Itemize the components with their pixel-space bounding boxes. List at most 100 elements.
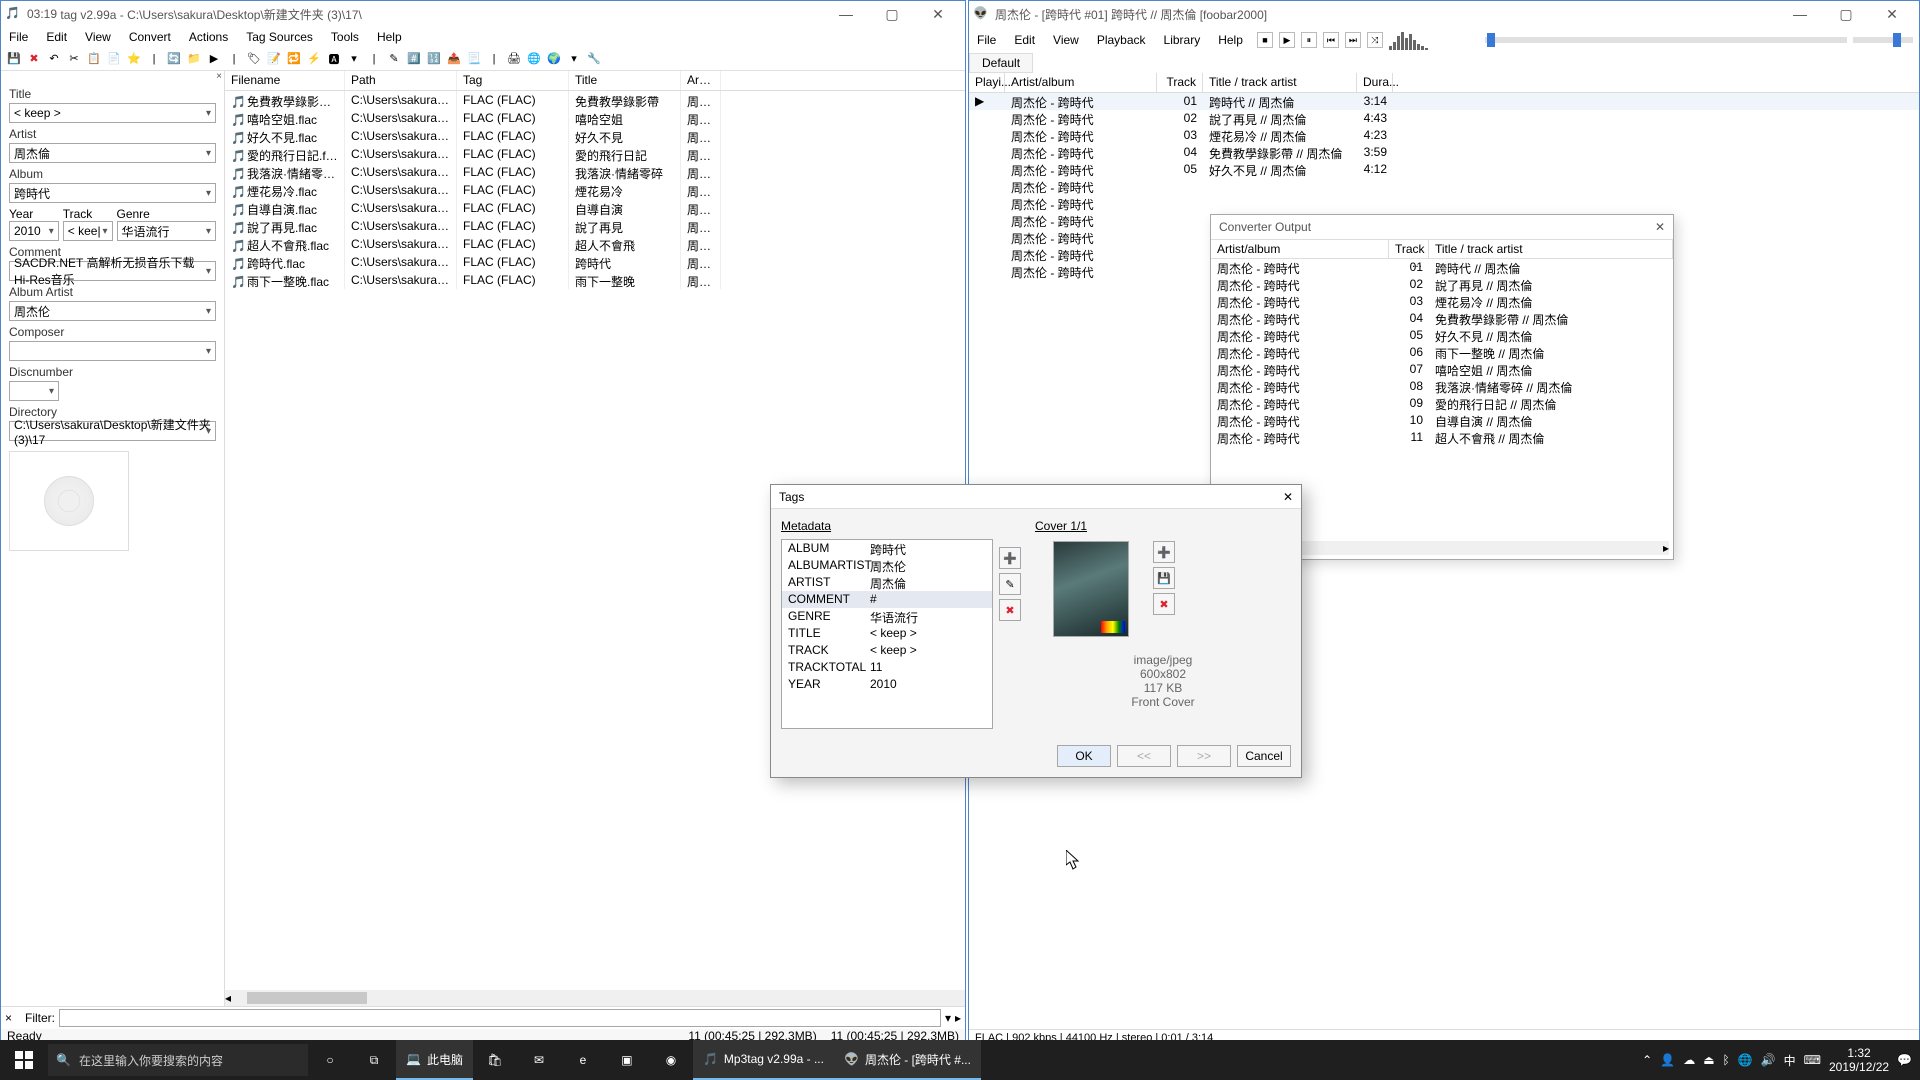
edit-icon[interactable]: ✎ (385, 50, 403, 68)
export-icon[interactable]: 📤 (445, 50, 463, 68)
menu-library[interactable]: Library (1160, 31, 1205, 49)
close-button[interactable]: ✕ (915, 1, 961, 27)
foobar-titlebar[interactable]: 👽 周杰伦 - [跨時代 #01] 跨時代 // 周杰倫 [foobar2000… (969, 1, 1919, 27)
metadata-row[interactable]: TRACK< keep > (782, 642, 992, 659)
folder-icon[interactable]: 📁 (185, 50, 203, 68)
menu-tools[interactable]: Tools (327, 28, 363, 46)
search-box[interactable]: 🔍 在这里输入你要搜索的内容 (48, 1044, 308, 1076)
next-button[interactable]: >> (1177, 745, 1231, 767)
menu-help[interactable]: Help (373, 28, 406, 46)
volume-slider[interactable] (1853, 37, 1913, 43)
menu-playback[interactable]: Playback (1093, 31, 1150, 49)
mp3tag-titlebar[interactable]: 🎵 03:19 tag v2.99a - C:\Users\sakura\Des… (1, 1, 965, 27)
col-title[interactable]: Title / track artist (1429, 240, 1673, 258)
playlist-row[interactable]: 周杰伦 - 跨時代 (969, 195, 1919, 212)
list-item[interactable]: 周杰伦 - 跨時代05好久不見 // 周杰倫 (1211, 327, 1673, 344)
list-item[interactable]: 周杰伦 - 跨時代03煙花易冷 // 周杰倫 (1211, 293, 1673, 310)
menu-tag-sources[interactable]: Tag Sources (242, 28, 317, 46)
print-icon[interactable]: 🖨 (505, 50, 523, 68)
minimize-button[interactable]: — (1777, 1, 1823, 27)
panel-close-icon[interactable]: × (1, 71, 224, 85)
table-row[interactable]: 🎵煙花易冷.flacC:\Users\sakura\Desk...FLAC (F… (225, 181, 965, 199)
mp3tag-taskbar[interactable]: 🎵Mp3tag v2.99a - ... (693, 1040, 834, 1080)
table-row[interactable]: 🎵我落淚·情緒零碎.flacC:\Users\sakura\Desk...FLA… (225, 163, 965, 181)
menu-help[interactable]: Help (1214, 31, 1247, 49)
playlist-icon[interactable]: 📃 (465, 50, 483, 68)
track-field[interactable]: < kee| (63, 221, 113, 241)
add-field-icon[interactable]: ➕ (999, 547, 1021, 569)
metadata-row[interactable]: GENRE华语流行 (782, 608, 992, 625)
filter-go-icon[interactable]: ▸ (955, 1011, 961, 1025)
table-row[interactable]: 🎵愛的飛行日記.flacC:\Users\sakura\Desk...FLAC … (225, 145, 965, 163)
table-row[interactable]: 🎵免費教學錄影帶.flacC:\Users\sakura\Desk...FLAC… (225, 91, 965, 109)
taskview-icon[interactable]: ⧉ (352, 1040, 396, 1080)
playlist-row[interactable]: ▶周杰伦 - 跨時代01跨時代 // 周杰倫3:14 (969, 93, 1919, 110)
copy-icon[interactable]: 📋 (85, 50, 103, 68)
playlist-row[interactable]: 周杰伦 - 跨時代05好久不見 // 周杰倫4:12 (969, 161, 1919, 178)
undo-icon[interactable]: ↶ (45, 50, 63, 68)
menu-file[interactable]: File (5, 28, 32, 46)
play-button[interactable]: ▶ (1279, 32, 1295, 48)
table-row[interactable]: 🎵自導自演.flacC:\Users\sakura\Desk...FLAC (F… (225, 199, 965, 217)
metadata-row[interactable]: ALBUMARTIST周杰伦 (782, 557, 992, 574)
ime-icon[interactable]: 中 (1784, 1052, 1796, 1069)
list-item[interactable]: 周杰伦 - 跨時代04免費教學錄影帶 // 周杰倫 (1211, 310, 1673, 327)
seek-bar[interactable] (1485, 37, 1847, 43)
pause-button[interactable]: ⏸ (1301, 32, 1317, 48)
table-row[interactable]: 🎵超人不會飛.flacC:\Users\sakura\Desk...FLAC (… (225, 235, 965, 253)
refresh-icon[interactable]: 🔄 (165, 50, 183, 68)
settings-icon[interactable]: 🔧 (585, 50, 603, 68)
globe-icon[interactable]: 🌐 (525, 50, 543, 68)
table-row[interactable]: 🎵說了再見.flacC:\Users\sakura\Desk...FLAC (F… (225, 217, 965, 235)
save-icon[interactable]: 💾 (5, 50, 23, 68)
playlist-tab[interactable]: Default (969, 53, 1033, 73)
edge-icon[interactable]: e (561, 1040, 605, 1080)
menu-file[interactable]: File (973, 31, 1000, 49)
prev-button[interactable]: << (1117, 745, 1171, 767)
network-icon[interactable]: 🌐 (1738, 1053, 1753, 1067)
case-icon[interactable]: 🅰 (325, 50, 343, 68)
paste-icon[interactable]: 📄 (105, 50, 123, 68)
list-item[interactable]: 周杰伦 - 跨時代08我落淚·情緒零碎 // 周杰倫 (1211, 378, 1673, 395)
store-icon[interactable]: 🛍 (473, 1040, 517, 1080)
menu-edit[interactable]: Edit (1010, 31, 1039, 49)
list-item[interactable]: 周杰伦 - 跨時代02說了再見 // 周杰倫 (1211, 276, 1673, 293)
metadata-row[interactable]: TRACKTOTAL11 (782, 659, 992, 676)
close-icon[interactable]: ✕ (1283, 490, 1293, 504)
list-item[interactable]: 周杰伦 - 跨時代11超人不會飛 // 周杰倫 (1211, 429, 1673, 446)
disc-field[interactable] (9, 381, 59, 401)
menu-view[interactable]: View (81, 28, 115, 46)
tray-up-icon[interactable]: ⌃ (1642, 1053, 1652, 1067)
delete-icon[interactable]: ✖ (25, 50, 43, 68)
minimize-button[interactable]: — (823, 1, 869, 27)
year-field[interactable]: 2010 (9, 221, 59, 241)
play-icon[interactable]: ▶ (205, 50, 223, 68)
col-path[interactable]: Path (345, 71, 457, 90)
tag-to-file-icon[interactable]: 🏷 (245, 50, 263, 68)
edit-field-icon[interactable]: ✎ (999, 573, 1021, 595)
playlist-row[interactable]: 周杰伦 - 跨時代 (969, 178, 1919, 195)
table-row[interactable]: 🎵嘻哈空姐.flacC:\Users\sakura\Desk...FLAC (F… (225, 109, 965, 127)
playlist-row[interactable]: 周杰伦 - 跨時代03煙花易冷 // 周杰倫4:23 (969, 127, 1919, 144)
sources-icon[interactable]: 🌍 (545, 50, 563, 68)
list-item[interactable]: 周杰伦 - 跨時代07嘻哈空姐 // 周杰倫 (1211, 361, 1673, 378)
menu-convert[interactable]: Convert (125, 28, 175, 46)
menu-view[interactable]: View (1049, 31, 1083, 49)
table-row[interactable]: 🎵好久不見.flacC:\Users\sakura\Desk...FLAC (F… (225, 127, 965, 145)
col-playing[interactable]: Playi... (969, 73, 1005, 92)
table-row[interactable]: 🎵跨時代.flacC:\Users\sakura\Desk...FLAC (FL… (225, 253, 965, 271)
table-row[interactable]: 🎵雨下一整晚.flacC:\Users\sakura\Desk...FLAC (… (225, 271, 965, 289)
col-title[interactable]: Title (569, 71, 681, 90)
filter-close-icon[interactable]: × (5, 1011, 21, 1025)
file-to-tag-icon[interactable]: 📝 (265, 50, 283, 68)
chrome-icon[interactable]: ◉ (649, 1040, 693, 1080)
powershell-icon[interactable]: ▣ (605, 1040, 649, 1080)
col-trackno[interactable]: Track ... (1157, 73, 1203, 92)
tag-tag-icon[interactable]: 🔁 (285, 50, 303, 68)
col-duration[interactable]: Dura... (1357, 73, 1393, 92)
metadata-row[interactable]: COMMENT# (782, 591, 992, 608)
dir-field[interactable]: C:\Users\sakura\Desktop\新建文件夹 (3)\17 (9, 421, 216, 441)
filter-dropdown-icon[interactable]: ▾ (945, 1011, 951, 1025)
col-artist-album[interactable]: Artist/album (1005, 73, 1157, 92)
composer-field[interactable] (9, 341, 216, 361)
